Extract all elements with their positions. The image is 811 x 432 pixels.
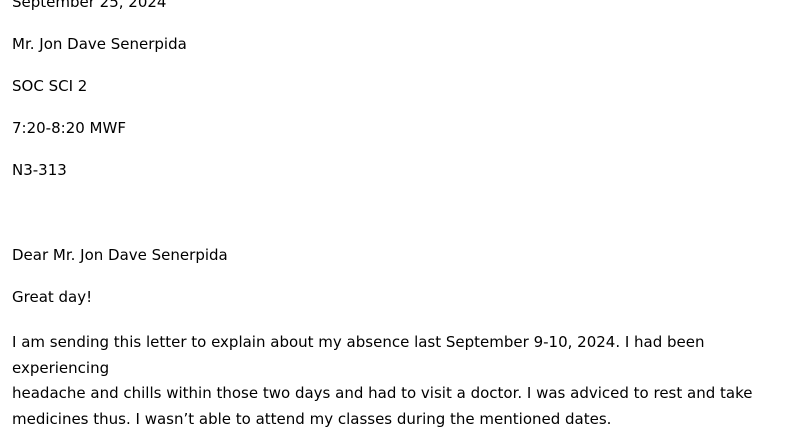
letter-date: September 25, 2024 xyxy=(12,0,802,12)
recipient-name: Mr. Jon Dave Senerpida xyxy=(12,35,802,54)
course-code: SOC SCI 2 xyxy=(12,77,802,96)
body-line: headache and chills within those two day… xyxy=(12,381,802,407)
document-page: September 25, 2024 Mr. Jon Dave Senerpid… xyxy=(12,0,802,432)
salutation: Dear Mr. Jon Dave Senerpida xyxy=(12,246,802,265)
body-line: I am sending this letter to explain abou… xyxy=(12,330,802,381)
body-paragraph: I am sending this letter to explain abou… xyxy=(12,330,802,432)
class-schedule: 7:20-8:20 MWF xyxy=(12,119,802,138)
room-number: N3-313 xyxy=(12,161,802,180)
body-line: medicines thus. I wasn’t able to attend … xyxy=(12,407,802,432)
greeting: Great day! xyxy=(12,288,802,307)
